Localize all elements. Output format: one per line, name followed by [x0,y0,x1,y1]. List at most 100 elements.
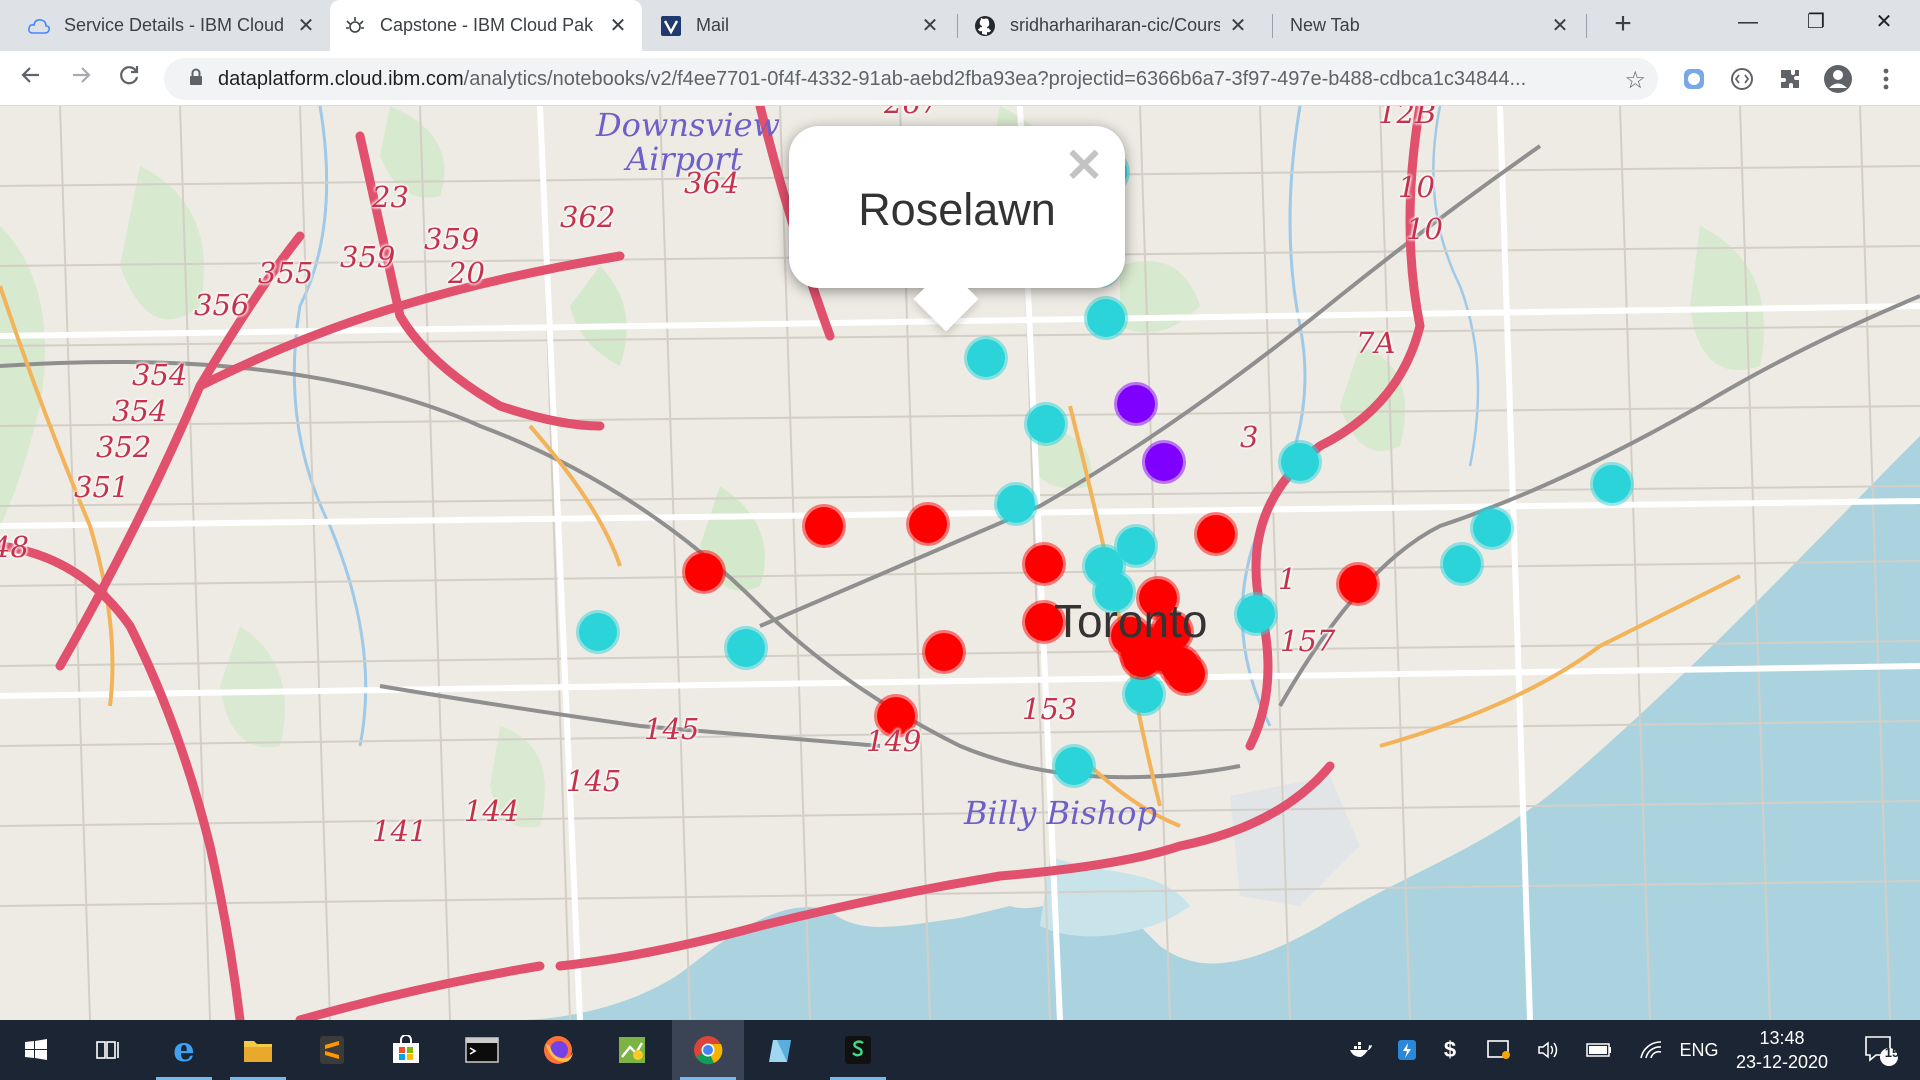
map-marker-cyan[interactable] [1084,296,1128,340]
taskbar-firefox[interactable] [522,1020,594,1080]
taskbar-anaconda[interactable] [596,1020,668,1080]
map-marker-cyan[interactable] [1024,402,1068,446]
map-marker-cyan[interactable] [1052,744,1096,788]
tray-docker-icon[interactable] [1346,1020,1376,1080]
tray-volume-icon[interactable] [1534,1020,1564,1080]
reload-button[interactable] [110,59,148,97]
map-marker-cyan[interactable] [1470,506,1514,550]
highway-label: 354 [112,394,168,428]
map-label-billy-bishop: Billy Bishop [964,794,1157,832]
address-bar[interactable]: dataplatform.cloud.ibm.com/analytics/not… [164,58,1658,100]
map-marker-red[interactable] [1336,562,1380,606]
taskbar-notes[interactable] [746,1020,818,1080]
terminal-icon [465,1037,499,1063]
forward-button[interactable] [62,59,100,97]
close-tab-icon[interactable]: ✕ [296,13,316,38]
tray-language[interactable]: ENG [1676,1020,1722,1080]
extension-code-icon[interactable] [1726,63,1758,95]
tray-network-monitor-icon[interactable] [1484,1020,1514,1080]
map-marker-cyan[interactable] [1440,542,1484,586]
tab-title: Mail [696,15,730,35]
map-marker-cyan[interactable] [1278,440,1322,484]
map-marker-cyan[interactable] [994,482,1038,526]
notes-icon [769,1040,791,1062]
tab-title: Service Details - IBM Cloud [64,15,285,35]
lock-icon[interactable] [176,68,216,91]
cloud-icon [28,15,50,37]
tab-mail[interactable]: Mail ✕ [646,0,954,51]
highway-label: 157 [1280,624,1336,658]
tab-strip: Service Details - IBM Cloud ✕ Capstone -… [0,0,1920,51]
close-tab-icon[interactable]: ✕ [608,13,628,38]
map-marker-red[interactable] [802,504,846,548]
map-marker-purple[interactable] [1114,382,1158,426]
taskbar-scrivener[interactable] [822,1020,894,1080]
action-center-button[interactable]: 15 [1856,1020,1906,1080]
tab-github[interactable]: sridharhariharan-cic/Course ✕ [960,0,1262,51]
tab-service-details[interactable]: Service Details - IBM Cloud ✕ [14,0,330,51]
url-host: dataplatform.cloud.ibm.com [218,67,464,90]
profile-avatar-icon[interactable] [1822,63,1854,95]
taskbar-clock[interactable]: 13:48 23-12-2020 [1722,1026,1842,1074]
bookmark-star-icon[interactable]: ☆ [1624,66,1646,95]
taskbar-store[interactable] [370,1020,442,1080]
new-tab-button[interactable]: + [1605,6,1641,42]
highway-label: 364 [684,166,740,200]
highway-label: 48 [0,530,29,564]
ibm-cloud-pak-icon [344,15,366,37]
map-marker-cyan[interactable] [724,626,768,670]
highway-label: 23 [372,180,409,214]
tab-new-tab[interactable]: New Tab ✕ [1276,0,1584,51]
chrome-icon [694,1036,723,1065]
extensions-puzzle-icon[interactable] [1774,63,1806,95]
map-marker-purple[interactable] [1142,440,1186,484]
map-marker-red[interactable] [682,550,726,594]
map-marker-red[interactable] [1164,652,1208,696]
tray-flash-icon[interactable] [1394,1020,1420,1080]
clock-time: 13:48 [1759,1028,1805,1048]
folium-map[interactable]: Downsview Airport Toronto Billy Bishop 2… [0,106,1920,1020]
minimize-button[interactable]: — [1714,0,1782,44]
taskbar-terminal[interactable] [446,1020,518,1080]
map-marker-cyan[interactable] [576,610,620,654]
notification-count: 15 [1884,1045,1900,1060]
extension-blue-icon[interactable] [1678,63,1710,95]
map-marker-red[interactable] [906,502,950,546]
task-view-button[interactable] [72,1020,144,1080]
highway-label: 1 [1278,562,1297,596]
map-marker-cyan[interactable] [1234,592,1278,636]
highway-label: 153 [1022,692,1078,726]
map-marker-red[interactable] [1022,542,1066,586]
windows-taskbar: e $ ENG 13:48 23-12-2020 15 [0,1020,1920,1080]
map-marker-red[interactable] [922,630,966,674]
map-marker-red[interactable] [1194,512,1238,556]
highway-label: 3 [1240,420,1259,454]
close-tab-icon[interactable]: ✕ [1550,13,1570,38]
clock-date: 23-12-2020 [1735,1052,1829,1072]
taskbar-edge[interactable]: e [148,1020,220,1080]
tab-capstone[interactable]: Capstone - IBM Cloud Pak ✕ [330,0,642,51]
close-tab-icon[interactable]: ✕ [1228,13,1248,38]
taskbar-sublime[interactable] [296,1020,368,1080]
taskbar-file-explorer[interactable] [222,1020,294,1080]
tray-dollar-icon[interactable]: $ [1438,1020,1462,1080]
highway-label: 10 [1398,170,1435,204]
map-marker-cyan[interactable] [964,336,1008,380]
tray-wifi-icon[interactable] [1636,1020,1666,1080]
highway-label: 145 [566,764,622,798]
tray-battery-icon[interactable] [1584,1020,1614,1080]
highway-label: 356 [194,288,250,322]
close-tab-icon[interactable]: ✕ [920,13,940,38]
highway-label: 359 [424,222,480,256]
map-marker-cyan[interactable] [1122,672,1166,716]
taskbar-chrome[interactable] [672,1020,744,1080]
map-marker-cyan[interactable] [1590,462,1634,506]
start-button[interactable] [0,1020,72,1080]
back-button[interactable] [12,59,50,97]
popup-close-icon[interactable]: × [1063,134,1105,192]
close-window-button[interactable]: ✕ [1850,0,1918,44]
browser-menu-icon[interactable] [1870,63,1902,95]
tab-title: sridharhariharan-cic/Course [1010,15,1220,35]
highway-label: 359 [340,240,396,274]
restore-button[interactable]: ❐ [1782,0,1850,44]
